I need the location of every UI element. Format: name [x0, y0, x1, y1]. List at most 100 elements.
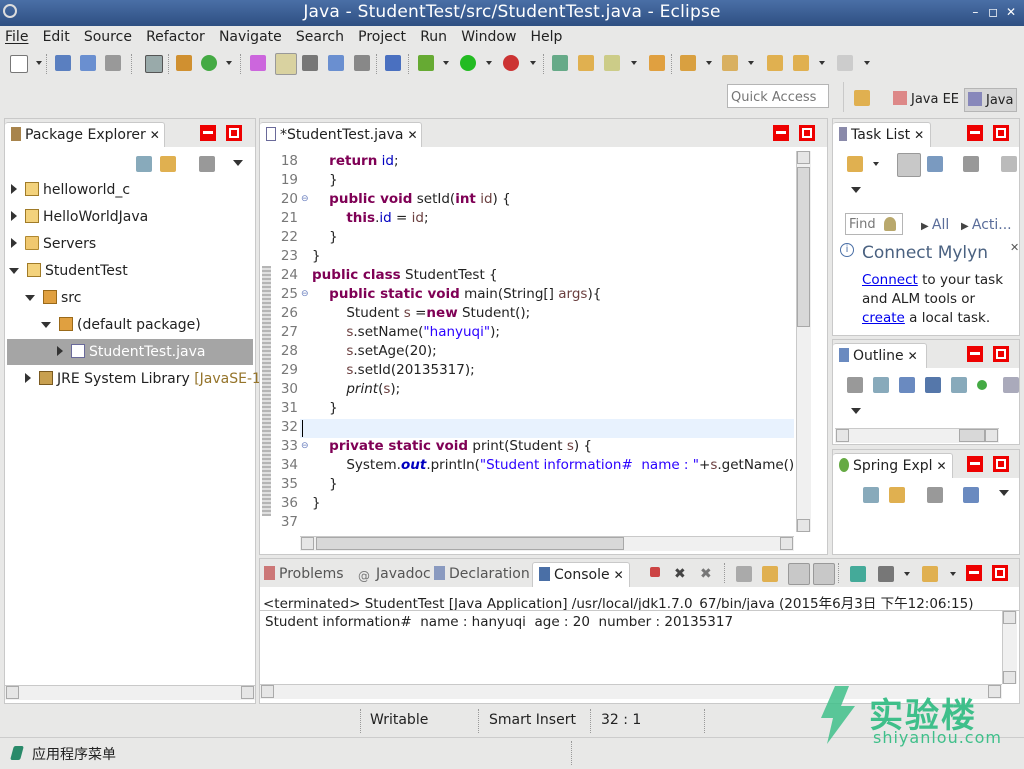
minimize-view-button[interactable]	[966, 565, 982, 581]
scroll-left-icon[interactable]	[301, 537, 314, 550]
scroll-right-icon[interactable]	[985, 429, 998, 442]
menu-window[interactable]: Window	[456, 26, 521, 45]
sort-icon[interactable]	[899, 377, 915, 393]
collapse-icon[interactable]	[25, 295, 35, 301]
new-task-dropdown-icon[interactable]	[873, 162, 879, 166]
open-folder-icon[interactable]	[578, 55, 594, 71]
collapse-tasks-icon[interactable]	[1001, 156, 1017, 172]
prev-annotation-icon[interactable]	[722, 55, 738, 71]
open-console-icon[interactable]	[922, 566, 938, 582]
menu-refactor[interactable]: Refactor	[141, 26, 210, 45]
scroll-left-icon[interactable]	[836, 429, 849, 442]
show-whitespace-icon[interactable]	[328, 55, 344, 71]
scroll-right-icon[interactable]	[780, 537, 793, 550]
prev-annotation-dropdown-icon[interactable]	[748, 61, 754, 65]
hide-fields-icon[interactable]	[925, 377, 941, 393]
link-editor-icon[interactable]	[160, 156, 176, 172]
save-icon[interactable]	[55, 55, 71, 71]
tab-spring-explorer[interactable]: Spring Expl ✕	[833, 453, 953, 478]
minimize-view-button[interactable]	[967, 125, 983, 141]
maximize-view-button[interactable]	[992, 565, 1008, 581]
minimize-window-button[interactable]: –	[968, 5, 982, 19]
categorized-icon[interactable]	[897, 153, 921, 177]
maximize-view-button[interactable]	[226, 125, 242, 141]
close-tab-icon[interactable]: ✕	[407, 128, 417, 142]
open-task-icon[interactable]	[649, 55, 665, 71]
menu-project[interactable]: Project	[353, 26, 411, 45]
breakpoint-icon[interactable]	[385, 55, 401, 71]
close-window-button[interactable]: ✕	[1004, 5, 1018, 19]
collapse-all-icon[interactable]	[136, 156, 152, 172]
scroll-thumb[interactable]	[959, 429, 985, 442]
view-menu-dropdown-icon[interactable]	[999, 490, 1009, 496]
next-annotation-icon[interactable]	[680, 55, 696, 71]
package-explorer-hscrollbar[interactable]	[5, 685, 255, 700]
maximize-editor-button[interactable]	[799, 125, 815, 141]
minimize-view-button[interactable]	[967, 346, 983, 362]
pilcrow-icon[interactable]	[354, 55, 370, 71]
pencil-icon[interactable]	[604, 55, 620, 71]
close-tab-icon[interactable]: ✕	[614, 568, 624, 582]
show-stdout-icon[interactable]	[788, 563, 810, 585]
refresh-icon[interactable]	[201, 55, 217, 71]
display-console-dropdown-icon[interactable]	[904, 572, 910, 576]
focus-icon[interactable]	[963, 156, 979, 172]
new-server-icon[interactable]	[552, 55, 568, 71]
new-dropdown-icon[interactable]	[36, 61, 42, 65]
collapse-all-icon[interactable]	[873, 377, 889, 393]
menu-run[interactable]: Run	[415, 26, 452, 45]
last-edit-icon[interactable]	[767, 55, 783, 71]
menu-navigate[interactable]: Navigate	[214, 26, 287, 45]
view-menu-icon[interactable]	[199, 156, 215, 172]
maximize-view-button[interactable]	[993, 125, 1009, 141]
forward-icon[interactable]	[837, 55, 853, 71]
open-perspective-icon[interactable]	[854, 90, 870, 106]
menu-source[interactable]: Source	[79, 26, 137, 45]
refresh-dropdown-icon[interactable]	[226, 61, 232, 65]
tab-package-explorer[interactable]: Package Explorer ✕	[5, 122, 165, 147]
new-task-icon[interactable]	[847, 156, 863, 172]
perspective-java[interactable]: Java	[964, 88, 1018, 112]
minimize-view-button[interactable]	[200, 125, 216, 141]
forward-dropdown-icon[interactable]	[864, 61, 870, 65]
pencil-dropdown-icon[interactable]	[631, 61, 637, 65]
tree-item-helloworld-c[interactable]: helloworld_c	[11, 177, 130, 203]
tab-task-list[interactable]: Task List ✕	[833, 122, 931, 147]
tree-item-default-package[interactable]: (default package)	[41, 312, 201, 338]
tab-javadoc[interactable]: @ Javadoc	[358, 566, 431, 583]
scroll-left-icon[interactable]	[261, 685, 274, 698]
scroll-down-icon[interactable]	[1003, 671, 1016, 684]
console-vscrollbar[interactable]	[1002, 611, 1017, 684]
collapse-icon[interactable]	[41, 322, 51, 328]
activate-task-link[interactable]: ▶ Acti...	[961, 217, 1012, 233]
tab-console[interactable]: Console ✕	[532, 562, 630, 587]
save-all-icon[interactable]	[80, 55, 96, 71]
scroll-thumb[interactable]	[797, 167, 810, 327]
scroll-left-icon[interactable]	[6, 686, 19, 699]
scroll-up-icon[interactable]	[1003, 611, 1016, 624]
collapse-icon[interactable]	[9, 268, 19, 274]
clear-console-icon[interactable]	[736, 566, 752, 582]
fold-icon[interactable]: ⊖	[301, 289, 309, 299]
scroll-thumb[interactable]	[316, 537, 624, 550]
expand-icon[interactable]	[11, 211, 17, 221]
pin-console-icon[interactable]	[850, 566, 866, 582]
menu-edit[interactable]: Edit	[38, 26, 75, 45]
link-editor-icon[interactable]	[889, 487, 905, 503]
expand-icon[interactable]	[57, 346, 63, 356]
filter-all-link[interactable]: ▶ All	[921, 217, 949, 233]
hide-static-icon[interactable]	[951, 377, 967, 393]
tree-item-helloworldjava[interactable]: HelloWorldJava	[11, 204, 148, 230]
view-menu-dropdown-icon[interactable]	[851, 408, 861, 414]
maximize-window-button[interactable]: ◻	[986, 5, 1000, 19]
run-dropdown-icon[interactable]	[486, 61, 492, 65]
fold-icon[interactable]: ⊖	[301, 194, 309, 204]
tree-item-studenttest-java[interactable]: StudentTest.java	[7, 339, 253, 365]
menu-search[interactable]: Search	[291, 26, 349, 45]
toggle-block-icon[interactable]	[302, 55, 318, 71]
fold-icon[interactable]: ⊖	[301, 441, 309, 451]
scroll-right-icon[interactable]	[241, 686, 254, 699]
tree-item-src[interactable]: src	[25, 285, 81, 311]
next-annotation-dropdown-icon[interactable]	[706, 61, 712, 65]
collapse-all-icon[interactable]	[863, 487, 879, 503]
